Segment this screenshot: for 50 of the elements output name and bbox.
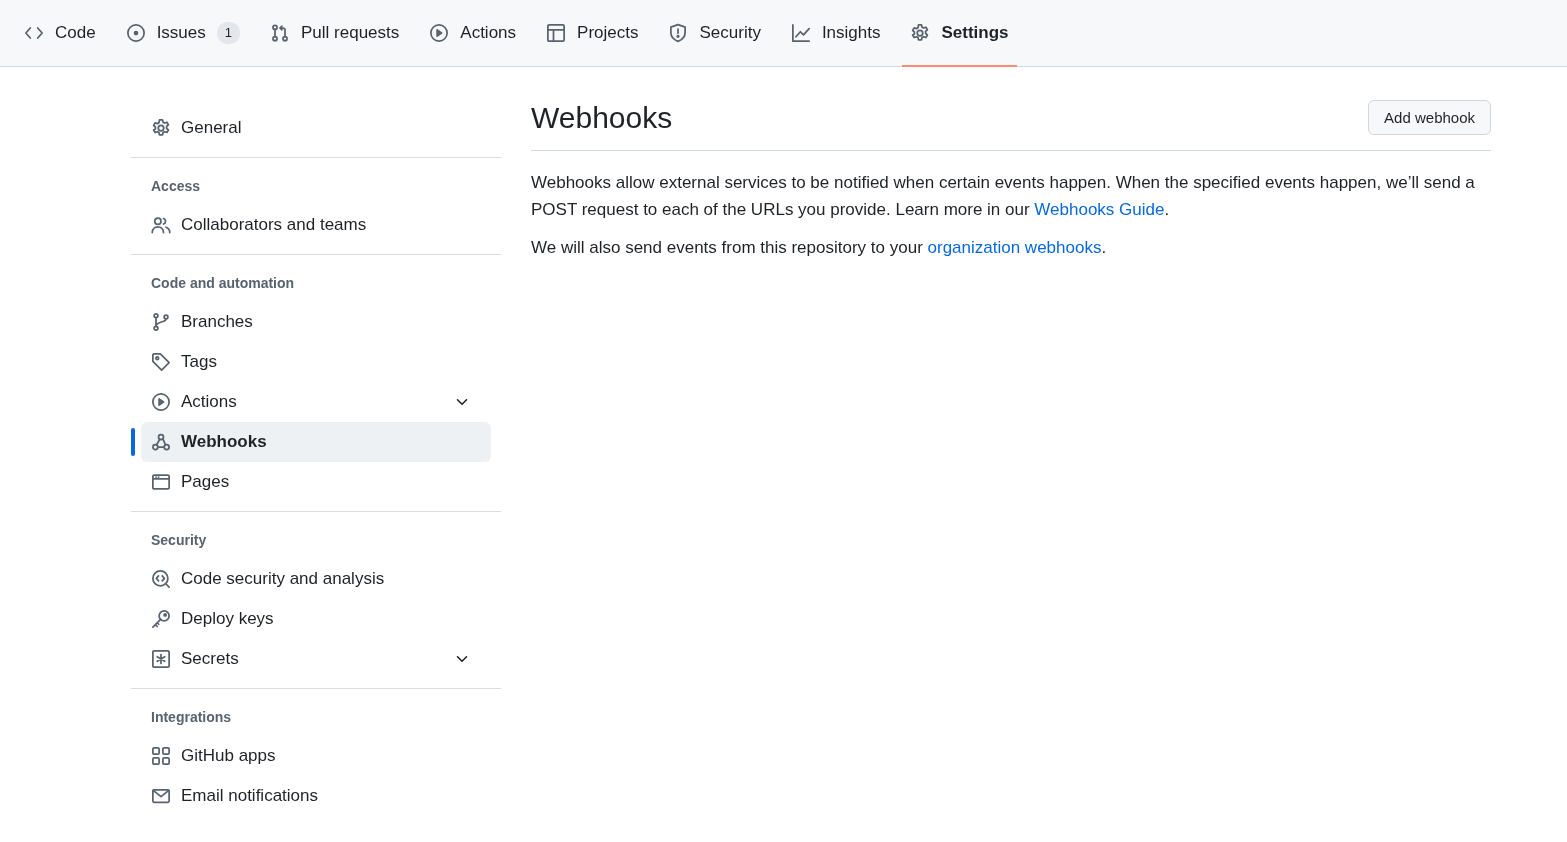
browser-icon — [151, 472, 171, 492]
nav-tab[interactable]: Actions — [421, 0, 525, 67]
pull-request-icon — [270, 23, 290, 43]
issue-icon — [125, 23, 146, 43]
apps-icon — [151, 746, 171, 766]
nav-tab[interactable]: Insights — [782, 0, 889, 67]
tag-icon — [151, 352, 171, 372]
gear-icon — [910, 23, 931, 43]
table-icon — [546, 23, 567, 43]
nav-tab[interactable]: Security — [660, 0, 769, 67]
play-icon — [151, 392, 171, 412]
sidebar-item[interactable]: Tags — [141, 342, 491, 382]
section-heading: Code and automation — [150, 274, 296, 293]
sidebar-item[interactable]: Code security and analysis — [141, 559, 491, 599]
asterisk-icon — [151, 649, 171, 669]
nav-tab[interactable]: Projects — [538, 0, 647, 67]
nav-tab[interactable]: Pull requests — [262, 0, 408, 67]
nav-tab[interactable]: Settings — [902, 0, 1017, 67]
link[interactable]: organization webhooks — [927, 238, 1102, 257]
sidebar-item[interactable]: GitHub apps — [141, 736, 491, 776]
people-icon — [151, 215, 171, 235]
sidebar-item[interactable]: Email notifications — [141, 776, 491, 816]
count-badge: 1 — [216, 22, 240, 44]
section-heading: Access — [150, 177, 202, 196]
key-icon — [151, 609, 171, 629]
play-icon — [429, 23, 450, 43]
nav-tab[interactable]: Code — [16, 0, 104, 67]
gear-icon — [151, 118, 171, 138]
link[interactable]: Webhooks Guide — [1034, 200, 1165, 219]
section-heading: Security — [150, 531, 208, 550]
sidebar-item[interactable]: Collaborators and teams — [141, 205, 491, 245]
add-webhook-button[interactable]: Add webhook — [1368, 100, 1491, 135]
nav-tab[interactable]: Issues 1 — [117, 0, 248, 67]
sidebar-item[interactable]: Branches — [141, 302, 491, 342]
graph-icon — [790, 23, 811, 43]
sidebar-item[interactable]: Deploy keys — [141, 599, 491, 639]
sidebar-item[interactable]: Actions — [141, 382, 491, 422]
code-scan-icon — [151, 569, 171, 589]
shield-icon — [668, 23, 689, 43]
mail-icon — [151, 786, 171, 806]
sidebar-item[interactable]: General — [141, 108, 491, 148]
section-heading: Integrations — [150, 708, 233, 727]
description-text: Webhooks allow external services to be notified when certain events happen. When the specified events happen, we’ll send a POST request to each of the URLs you provide. Learn more in our Webhooks Guide. — [531, 172, 1476, 221]
description-text: We will also send events from this repository to your organization webhooks. — [531, 237, 1108, 259]
page-title: Webhooks — [531, 100, 673, 135]
sidebar-item[interactable]: Secrets — [141, 639, 491, 679]
webhook-icon — [151, 432, 171, 452]
sidebar-item[interactable]: Pages — [141, 462, 491, 502]
branch-icon — [151, 312, 171, 332]
selection-bar — [131, 428, 135, 456]
